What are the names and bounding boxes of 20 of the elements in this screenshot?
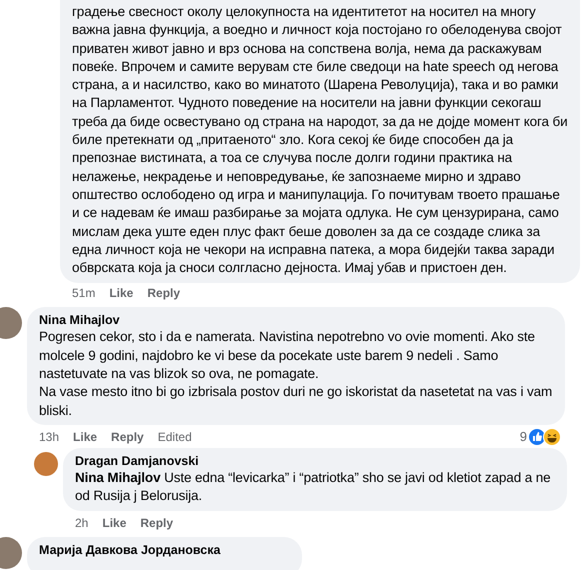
reply-link[interactable]: Reply	[140, 516, 174, 530]
author-name[interactable]: Nina Mihajlov	[39, 312, 553, 328]
author-name[interactable]: Марија Давкова Јордановска	[39, 542, 290, 558]
comment-text: Nina Mihajlov Uste edna “levicarka” i “patriotka” sho se javi od kletiot zapad a ne od Rusija j Belorusija.	[75, 468, 552, 506]
like-link[interactable]: Like	[73, 430, 98, 444]
like-link[interactable]: Like	[102, 516, 126, 530]
author-name[interactable]: Dragan Damjanovski	[75, 452, 555, 469]
timestamp: 2h	[75, 516, 88, 530]
like-link[interactable]: Like	[109, 286, 134, 300]
reaction-count: 9	[520, 429, 527, 444]
comment-text: градење свесност околу целокупноста на идентитетот на носител на многу важна јавна функција, а воедно и личност која постојано го обелоденува својот приватен живот јавно и врз основа на сопствена волја, нема да раскажувам повеќе. Впрочем и самите верувам сте биле сведоци на hate speech од негова страна, а и насилство, како во минатото (Шарена Револуција), така и во рамки на Парламентот. Чудното поведение на носители на јавни функции секогаш треба да биде освестувано од страна на народот, за да не дојде момент кога би биле претекнати од „притаеното“ зло. Кога секој ќе биде способен да ја препознае вистината, а тоа се случува после долги години практика на нелажење, некрадење и неповредување, ќе запознаеме мирно и здраво општество ослободено од игра и манипулација. Го почитувам твоето прашање и се надевам ќе имаш разбирање за мојата одлука. Не сум цензурирана, само мислам дека уште еден плус факт беше доволен за да се создаде слика за една личност која не чекори на исправна патека, а мора бидејќи таква заради обврската која ја сноси солгласно дејноста. Имај убав и пристоен ден.	[72, 3, 568, 278]
comment-text: Pogresen cekor, sto i da e namerata. Navistina nepotrebno vo ovie momenti. Ako ste molcele 9 godini, najdobro ke vi bese da pocekate uste barem 9 nedeli . Samo nastetuvate na vas blizok so ova, ne pomagate.	[39, 328, 536, 384]
reply-link[interactable]: Reply	[147, 286, 180, 300]
timestamp: 51m	[72, 286, 96, 300]
edited-label: Edited	[158, 430, 192, 444]
laughing-face-icon	[543, 428, 561, 446]
reply-link[interactable]: Reply	[111, 430, 144, 444]
comment-text: Na vase mesto itno bi go izbrisala postov duri ne go iskoristat da nasetetat na vas i vam bliski.	[39, 383, 553, 420]
avatar[interactable]	[34, 452, 58, 476]
timestamp: 13h	[39, 430, 60, 444]
